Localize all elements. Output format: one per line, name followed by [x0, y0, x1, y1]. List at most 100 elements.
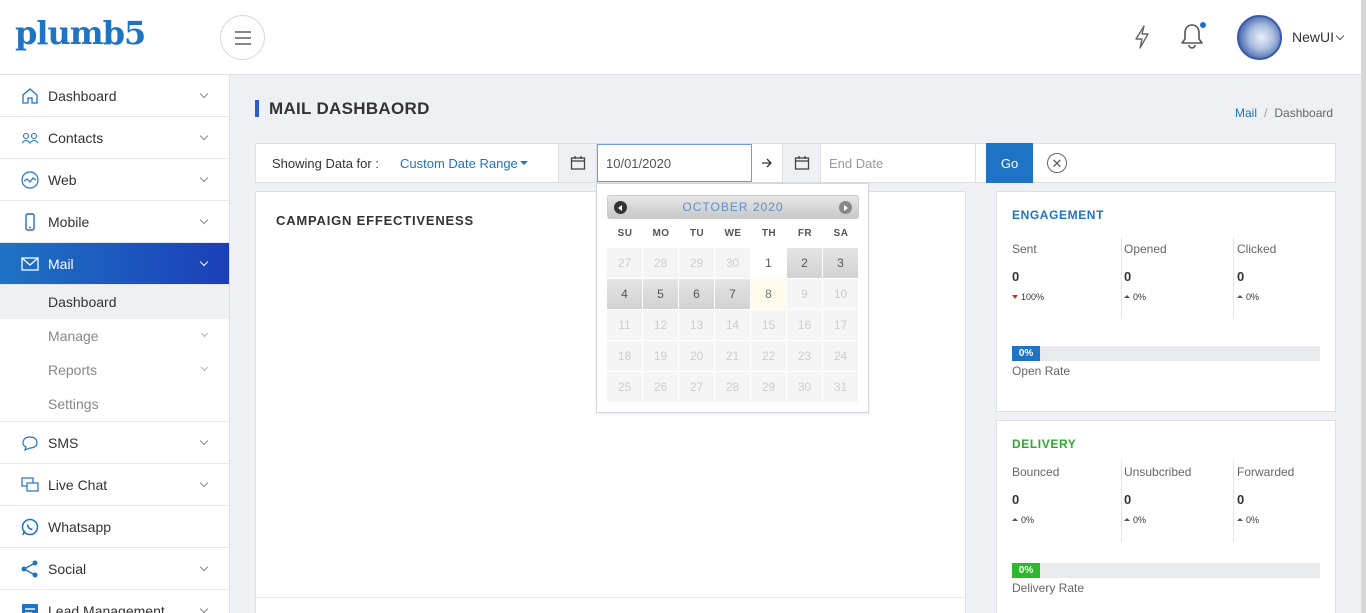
metric-value: 0 [1237, 492, 1245, 507]
breadcrumb-separator: / [1264, 106, 1268, 120]
card-divider [256, 597, 965, 598]
metric-value: 0 [1012, 269, 1020, 284]
metric-unsubscribed: Unsubcribed 0 0% [1124, 460, 1234, 542]
sidebar-item-label: Lead Management [48, 602, 165, 613]
calendar-weekday: TU [689, 228, 705, 239]
calendar-day: 27 [607, 248, 642, 278]
sidebar-item-label: Mobile [48, 213, 90, 230]
delivery-rate-fill: 0% [1012, 563, 1040, 578]
sidebar-subitem-label: Reports [48, 362, 98, 378]
sidebar-item-social[interactable]: Social [0, 548, 229, 590]
calendar-day[interactable]: 7 [715, 279, 750, 309]
calendar-day: 22 [751, 341, 786, 371]
metric-label: Forwarded [1237, 465, 1295, 479]
caret-down-icon[interactable] [520, 161, 528, 165]
filter-label: Showing Data for : [272, 156, 379, 171]
calendar-day[interactable]: 1 [751, 248, 786, 278]
page-title-accent [255, 100, 259, 117]
open-rate-bar: 0% [1012, 346, 1320, 361]
calendar-day: 23 [787, 341, 822, 371]
user-name[interactable]: NewUI [1292, 29, 1334, 45]
metric-opened: Opened 0 0% [1124, 237, 1234, 319]
sidebar-subitem-settings[interactable]: Settings [0, 387, 229, 421]
calendar-day: 18 [607, 341, 642, 371]
calendar-weekday: SU [617, 228, 633, 239]
calendar-weekday: TH [761, 228, 777, 239]
metric-label: Bounced [1012, 465, 1060, 479]
calendar-icon [794, 156, 809, 170]
chevron-down-icon [199, 562, 209, 572]
start-date-calendar-button[interactable] [558, 144, 597, 182]
calendar-day: 11 [607, 310, 642, 340]
page-scrollbar[interactable] [1361, 0, 1366, 613]
sidebar-subitem-dashboard[interactable]: Dashboard [0, 285, 229, 319]
calendar-day: 19 [643, 341, 678, 371]
hamburger-menu-button[interactable] [220, 15, 265, 60]
chevron-down-icon [199, 173, 209, 183]
end-date-input[interactable]: End Date [821, 144, 976, 182]
metric-change: 0% [1124, 292, 1146, 302]
calendar-weekday: MO [652, 228, 670, 239]
sidebar-item-label: Social [48, 560, 87, 577]
calendar-day: 14 [715, 310, 750, 340]
start-date-input[interactable]: 10/01/2020 [597, 144, 752, 182]
sidebar-item-lead-management[interactable]: Lead Management [0, 590, 229, 613]
calendar-day[interactable]: 5 [643, 279, 678, 309]
sidebar-subitem-manage[interactable]: Manage [0, 319, 229, 353]
calendar-day: 10 [823, 279, 858, 309]
mobile-icon [20, 212, 40, 232]
mail-icon [20, 254, 40, 274]
clear-filter-button[interactable]: ✕ [1047, 153, 1067, 173]
calendar-day: 26 [643, 372, 678, 402]
contacts-icon [20, 128, 40, 148]
calendar-day: 16 [787, 310, 822, 340]
close-icon: ✕ [1051, 155, 1063, 171]
open-rate-fill: 0% [1012, 346, 1040, 361]
calendar-day: 28 [643, 248, 678, 278]
calendar-day[interactable]: 6 [679, 279, 714, 309]
chevron-down-icon [199, 131, 209, 141]
calendar-icon [570, 156, 585, 170]
sidebar-item-whatsapp[interactable]: Whatsapp [0, 506, 229, 548]
sidebar-item-mail[interactable]: Mail [0, 243, 229, 285]
lightning-icon[interactable] [1133, 25, 1151, 49]
chevron-down-icon[interactable] [1335, 31, 1345, 41]
metric-label: Clicked [1237, 242, 1277, 256]
metric-label: Sent [1012, 242, 1037, 256]
metric-change: 0% [1124, 515, 1146, 525]
calendar-day[interactable]: 3 [823, 248, 858, 278]
next-month-icon[interactable] [839, 201, 852, 214]
sidebar-item-web[interactable]: Web [0, 159, 229, 201]
sidebar-subitem-label: Manage [48, 328, 99, 344]
end-date-calendar-button[interactable] [782, 144, 821, 182]
calendar-weekday: WE [724, 228, 742, 239]
calendar-day: 20 [679, 341, 714, 371]
go-button[interactable]: Go [986, 143, 1033, 183]
metric-value: 0 [1124, 269, 1132, 284]
sidebar-subitem-reports[interactable]: Reports [0, 353, 229, 387]
sidebar-item-dashboard[interactable]: Dashboard [0, 75, 229, 117]
date-picker-popup: OCTOBER 2020 SU MO TU WE TH FR SA 27 28 29 30 1 2 3 4… [596, 183, 869, 413]
date-range-dropdown[interactable]: Custom Date Range [400, 156, 518, 171]
calendar-day[interactable]: 4 [607, 279, 642, 309]
notification-dot [1200, 22, 1206, 28]
avatar[interactable] [1237, 15, 1282, 60]
lead-management-icon [20, 601, 40, 613]
sidebar-item-label: Mail [48, 255, 74, 272]
metric-value: 0 [1012, 492, 1020, 507]
web-icon [20, 170, 40, 190]
calendar-day: 28 [715, 372, 750, 402]
sidebar-item-live-chat[interactable]: Live Chat [0, 464, 229, 506]
delivery-title: DELIVERY [1012, 437, 1077, 451]
metric-change-value: 0% [1246, 292, 1260, 302]
breadcrumb-mail-link[interactable]: Mail [1235, 106, 1257, 120]
calendar-day[interactable]: 8 [751, 279, 786, 309]
calendar-day[interactable]: 2 [787, 248, 822, 278]
metric-value: 0 [1237, 269, 1245, 284]
sidebar-item-contacts[interactable]: Contacts [0, 117, 229, 159]
plumb5-logo[interactable]: plumb5 [15, 14, 146, 52]
calendar-day: 13 [679, 310, 714, 340]
calendar-header: OCTOBER 2020 [607, 195, 859, 219]
sidebar-item-sms[interactable]: SMS [0, 422, 229, 464]
sidebar-item-mobile[interactable]: Mobile [0, 201, 229, 243]
